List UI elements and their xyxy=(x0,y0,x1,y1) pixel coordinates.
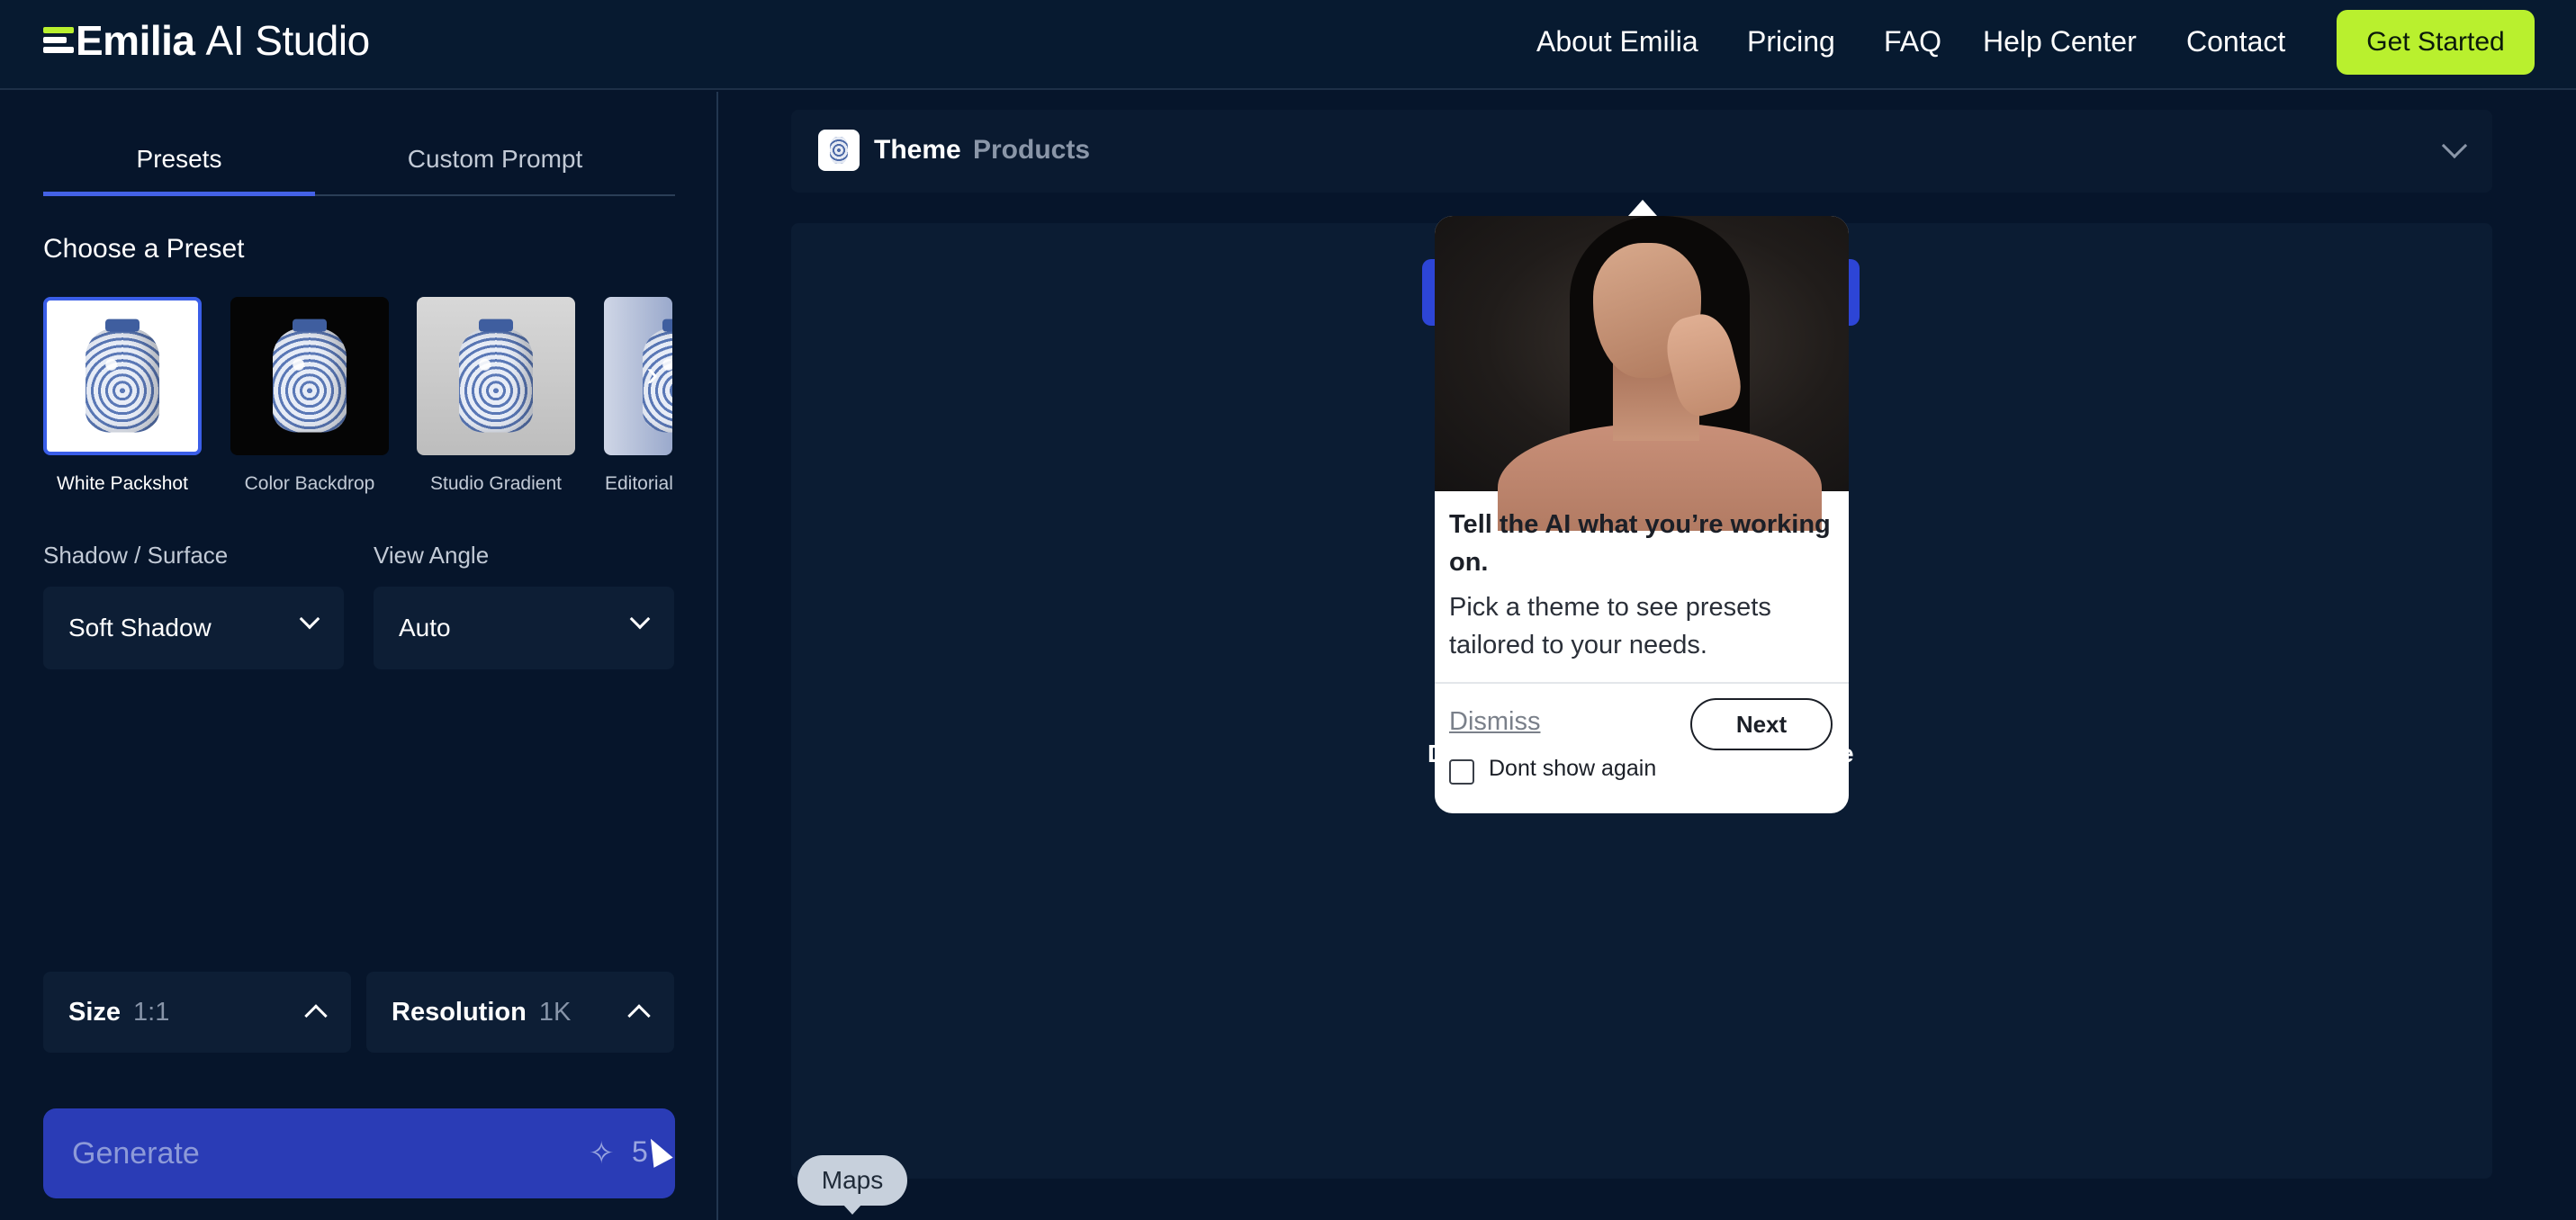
vase-thumbnail xyxy=(273,318,347,433)
dont-show-again-label: Dont show again xyxy=(1489,756,1657,781)
theme-label: Theme xyxy=(874,135,961,165)
dont-show-again-checkbox[interactable] xyxy=(1449,759,1474,785)
preset-label: White Packshot xyxy=(57,473,188,494)
chevron-up-icon xyxy=(304,1004,328,1027)
vase-thumbnail xyxy=(459,318,533,433)
view-angle-label: View Angle xyxy=(374,542,490,569)
popover-divider xyxy=(1435,682,1849,684)
nav-link-about[interactable]: About Emilia xyxy=(1536,25,1698,58)
logo[interactable]: Emilia AI Studio xyxy=(43,16,370,65)
popover-portrait-image xyxy=(1435,216,1849,531)
logo-product-text: AI Studio xyxy=(205,17,371,64)
chevron-right-icon[interactable]: › xyxy=(646,353,671,396)
view-angle-select[interactable]: Auto xyxy=(374,587,674,669)
top-navigation-bar: Emilia AI Studio About Emilia Pricing FA… xyxy=(0,0,2576,90)
sparkle-icon: ✧ xyxy=(589,1136,615,1171)
vase-thumbnail xyxy=(86,318,159,433)
theme-selector[interactable]: Theme Products xyxy=(791,110,2492,193)
nav-link-help-center[interactable]: Help Center xyxy=(1983,25,2137,58)
generate-button[interactable]: Generate ✧ 5 xyxy=(43,1108,675,1198)
next-button[interactable]: Next xyxy=(1690,698,1833,750)
popover-title: Tell the AI what you’re working on. xyxy=(1449,510,1831,577)
nav-link-pricing[interactable]: Pricing xyxy=(1747,25,1835,58)
nav-link-faq[interactable]: FAQ xyxy=(1884,25,1941,58)
nav-link-contact[interactable]: Contact xyxy=(2186,25,2285,58)
preset-label: Editorial xyxy=(605,473,673,494)
resolution-label: Resolution xyxy=(392,998,527,1027)
chevron-down-icon xyxy=(299,608,320,630)
size-label: Size xyxy=(68,998,122,1027)
preset-color-backdrop[interactable] xyxy=(230,297,389,455)
choose-preset-heading: Choose a Preset xyxy=(43,234,245,264)
tab-custom-prompt[interactable]: Custom Prompt xyxy=(315,128,675,196)
sidebar-tabs: Presets Custom Prompt xyxy=(43,128,675,196)
shadow-surface-select[interactable]: Soft Shadow xyxy=(43,587,344,669)
preset-white-packshot[interactable] xyxy=(43,297,202,455)
settings-sidebar: Presets Custom Prompt Choose a Preset › … xyxy=(0,92,718,1220)
maps-tooltip-chip[interactable]: Maps xyxy=(797,1155,907,1215)
popover-arrow xyxy=(1628,200,1657,216)
view-angle-value: Auto xyxy=(399,614,451,641)
popover-body: Pick a theme to see presets tailored to … xyxy=(1449,593,1771,659)
chevron-down-icon xyxy=(629,608,651,630)
get-started-button[interactable]: Get Started xyxy=(2337,10,2535,75)
tab-presets[interactable]: Presets xyxy=(43,128,315,196)
size-value: 1:1 xyxy=(133,998,170,1027)
logo-mark-icon xyxy=(43,27,74,54)
preset-label: Studio Gradient xyxy=(430,473,562,494)
preset-studio-gradient[interactable] xyxy=(417,297,575,455)
generate-label: Generate xyxy=(72,1135,200,1171)
preset-label: Color Backdrop xyxy=(244,473,375,494)
resolution-value: 1K xyxy=(538,998,572,1027)
dismiss-link[interactable]: Dismiss xyxy=(1449,707,1541,737)
logo-brand-text: Emilia xyxy=(76,17,195,64)
chevron-up-icon xyxy=(627,1004,651,1027)
chevron-down-icon xyxy=(2441,132,2468,159)
resolution-toggle[interactable]: Resolution 1K xyxy=(366,972,674,1053)
shadow-surface-value: Soft Shadow xyxy=(68,614,212,641)
size-toggle[interactable]: Size 1:1 xyxy=(43,972,351,1053)
vase-icon xyxy=(818,130,860,171)
onboarding-popover: Tell the AI what you’re working on. Pick… xyxy=(1435,216,1849,813)
shadow-surface-label: Shadow / Surface xyxy=(43,542,229,569)
theme-value: Products xyxy=(973,135,1091,165)
